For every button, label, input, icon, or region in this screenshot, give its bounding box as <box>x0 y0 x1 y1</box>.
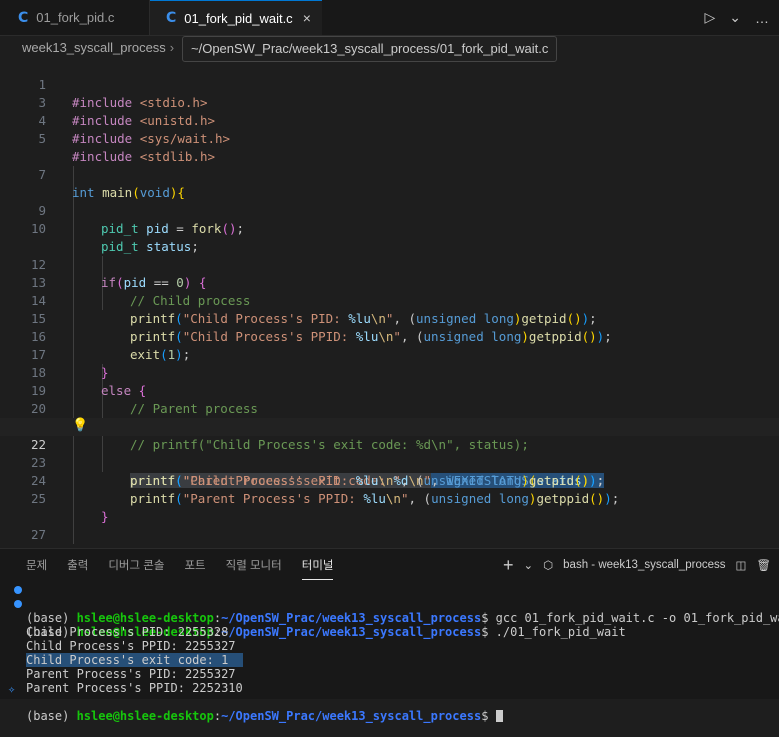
code-line: 9 pid_t pid = fork(); <box>0 184 779 236</box>
tab-terminal[interactable]: 터미널 <box>301 557 333 580</box>
terminal-highlight: Child Process's exit code: 1 <box>26 653 229 667</box>
terminal-icon: ⬡ <box>543 560 554 572</box>
code-line: 18 else { <box>0 346 779 398</box>
tab-01-fork-pid-wait[interactable]: C 01_fork_pid_wait.c × <box>150 0 322 35</box>
split-terminal-icon[interactable]: ◫ <box>736 558 747 572</box>
code-line: 14 printf("Child Process's PID: %lu\n", … <box>0 274 779 326</box>
code-line: 4 #include <sys/wait.h> <box>0 94 779 146</box>
chevron-down-icon[interactable]: ⌄ <box>523 558 533 572</box>
sparkle-icon[interactable]: ✧ <box>8 682 15 696</box>
terminal-line: Child Process's PID: 2255328 <box>26 625 229 639</box>
chevron-down-icon[interactable]: ⌄ <box>729 9 741 26</box>
code-text: #include <sys/wait.h> <box>72 131 231 146</box>
tab-problems[interactable]: 문제 <box>26 557 47 573</box>
code-editor[interactable]: 1 #include <stdio.h> 3 #include <unistd.… <box>0 58 779 546</box>
terminal-line: Parent Process's PPID: 2252310 <box>26 681 243 695</box>
close-icon[interactable]: × <box>303 10 311 26</box>
code-line: 1 #include <stdio.h> <box>0 58 779 110</box>
tab-label: 01_fork_pid_wait.c <box>184 10 293 26</box>
code-line: 17 } <box>0 328 779 380</box>
code-line: 15 printf("Child Process's PPID: %lu\n",… <box>0 292 779 344</box>
terminal-line: Parent Process's PID: 2255327 <box>26 667 236 681</box>
code-line: 12 if(pid == 0) { <box>0 238 779 290</box>
tab-serial-monitor[interactable]: 직렬 모니터 <box>226 557 282 573</box>
terminal-line: Child Process's PPID: 2255327 <box>26 639 236 653</box>
breadcrumb-folder[interactable]: week13_syscall_process <box>22 40 166 55</box>
code-line: 10 pid_t status; <box>0 202 779 254</box>
bottom-panel: 문제 출력 디버그 콘솔 포트 직렬 모니터 터미널 + ⌄ ⬡ bash - … <box>0 548 779 723</box>
code-line-current: 22 💡 printf("Child Process's exit code: … <box>0 417 779 488</box>
terminal-name[interactable]: bash - week13_syscall_process <box>563 559 725 571</box>
tab-label: 01_fork_pid.c <box>36 10 115 25</box>
line-number: 10 <box>30 221 46 236</box>
command-success-icon[interactable] <box>14 600 22 608</box>
chevron-right-icon: › <box>169 39 175 55</box>
code-line: 16 exit(1); <box>0 310 779 362</box>
line-number: 28 <box>0 544 46 546</box>
trash-icon[interactable]: 🗑 <box>756 558 771 572</box>
terminal-line: ✧ (base) hslee@hslee-desktop:~/OpenSW_Pr… <box>0 681 503 723</box>
code-line: 23 printf("Parent Process's PID: %lu\n",… <box>0 436 779 488</box>
c-file-icon: C <box>166 10 177 26</box>
run-icon[interactable]: ▷ <box>704 9 715 26</box>
code-line: 19 // Parent process <box>0 364 779 416</box>
terminal-line: (base) hslee@hslee-desktop:~/OpenSW_Prac… <box>0 583 779 625</box>
line-number: 25 <box>30 491 46 506</box>
code-line: 7 int main(void){ <box>0 148 779 200</box>
code-line: 13 // Child process <box>0 256 779 308</box>
code-line: 28 } <box>0 526 779 546</box>
new-terminal-icon[interactable]: + <box>503 555 514 576</box>
command-success-icon[interactable] <box>14 586 22 594</box>
code-line: 25 } <box>0 472 779 524</box>
line-number: 7 <box>38 167 46 182</box>
tab-01-fork-pid[interactable]: C 01_fork_pid.c <box>0 0 150 35</box>
code-line: 21 // printf("Child Process's exit code:… <box>0 400 779 452</box>
tab-ports[interactable]: 포트 <box>184 557 205 573</box>
lightbulb-icon[interactable]: 💡 <box>72 417 88 435</box>
code-line: 3 #include <unistd.h> <box>0 76 779 128</box>
terminal-line: Child Process's exit code: 1 <box>0 639 243 667</box>
code-line: 5 #include <stdlib.h> <box>0 112 779 164</box>
terminal-line: (base) hslee@hslee-desktop:~/OpenSW_Prac… <box>0 597 626 639</box>
terminal-cursor <box>495 710 503 722</box>
tab-output[interactable]: 출력 <box>67 557 88 573</box>
editor-tab-bar: C 01_fork_pid.c C 01_fork_pid_wait.c × ▷… <box>0 0 779 36</box>
tab-debug-console[interactable]: 디버그 콘솔 <box>108 557 164 573</box>
panel-actions: + ⌄ ⬡ bash - week13_syscall_process ◫ 🗑 <box>503 549 779 581</box>
line-number: 5 <box>38 131 46 146</box>
code-line: 20 wait(&status); <box>0 382 779 434</box>
c-file-icon: C <box>18 9 29 26</box>
more-icon[interactable]: … <box>755 10 769 26</box>
editor-actions: ▷ ⌄ … <box>704 0 779 35</box>
code-text: printf("Parent Process's PPID: %lu\n", (… <box>130 491 620 506</box>
code-text: return 0; <box>101 544 169 546</box>
code-line: 24 printf("Parent Process's PPID: %lu\n"… <box>0 454 779 506</box>
code-text: pid_t pid = fork(); <box>101 221 245 236</box>
code-line: 27 return 0; <box>0 508 779 546</box>
